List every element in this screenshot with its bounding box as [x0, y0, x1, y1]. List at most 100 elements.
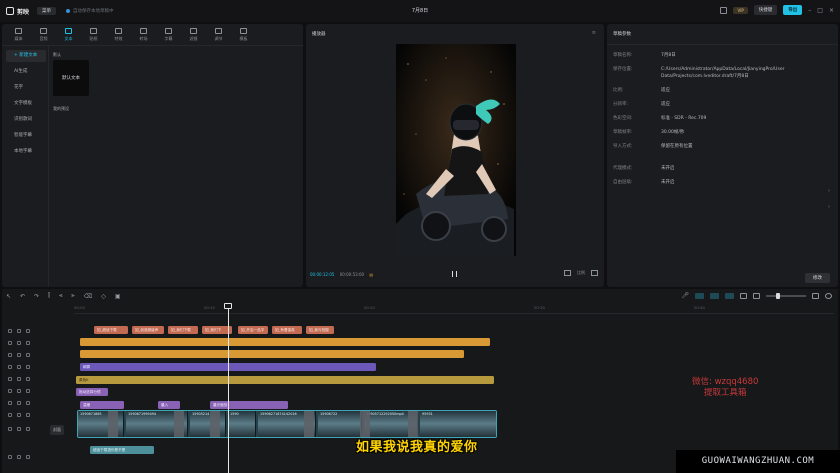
visibility-icon[interactable] — [17, 353, 21, 357]
sidebar-item-5[interactable]: 智能字幕 — [6, 130, 46, 142]
delete-icon[interactable]: ⌫ — [84, 293, 92, 300]
layer-chevron-icon[interactable]: › — [828, 204, 830, 210]
select-tool-icon[interactable]: ↖ — [6, 293, 11, 300]
transition-marker[interactable] — [210, 411, 220, 437]
zoom-out-icon[interactable] — [753, 292, 760, 299]
tab-tool-6[interactable]: 字幕 — [156, 24, 181, 46]
audio-clip[interactable]: 超适下载语你是不是 — [90, 446, 154, 454]
snap-icon[interactable] — [725, 292, 734, 299]
audio-icon[interactable] — [26, 377, 30, 381]
minimize-icon[interactable]: – — [808, 7, 811, 14]
audio-icon[interactable] — [26, 427, 30, 431]
link-audio-icon[interactable] — [710, 292, 719, 299]
zoom-in-icon[interactable] — [812, 292, 819, 299]
visibility-icon[interactable] — [17, 377, 21, 381]
export-button[interactable]: 导出 — [783, 5, 803, 15]
sidebar-item-1[interactable]: AI生成 — [6, 66, 46, 78]
video-clip[interactable]: 15905214 — [190, 411, 226, 437]
lock-icon[interactable] — [8, 377, 12, 381]
modify-button[interactable]: 修改 — [805, 273, 830, 283]
video-clip[interactable]: 15906722 — [318, 411, 362, 437]
visibility-icon[interactable] — [17, 329, 21, 333]
split-icon[interactable]: ⫿ — [48, 292, 50, 300]
maximize-icon[interactable]: □ — [817, 7, 823, 14]
visibility-icon[interactable] — [17, 455, 21, 459]
mic-icon[interactable]: 🎤︎ — [681, 292, 689, 299]
text-clip[interactable]: 如_我们下载 — [168, 326, 198, 334]
visibility-icon[interactable] — [17, 365, 21, 369]
preview-axis-icon[interactable] — [740, 292, 747, 299]
video-clip[interactable]: 1590 — [228, 411, 256, 437]
sidebar-item-0[interactable]: + 新建文本 — [6, 50, 46, 62]
close-icon[interactable]: × — [829, 7, 834, 14]
visibility-icon[interactable] — [17, 341, 21, 345]
audio-icon[interactable] — [26, 353, 30, 357]
menu-button[interactable]: 菜单 — [37, 7, 57, 15]
lock-icon[interactable] — [8, 427, 12, 431]
lock-icon[interactable] — [8, 353, 12, 357]
zoom-slider-knob[interactable] — [776, 292, 780, 299]
image-icon[interactable]: ▣ — [115, 293, 121, 300]
sticker-clip[interactable] — [80, 350, 464, 358]
tab-tool-0[interactable]: 媒体 — [6, 24, 31, 46]
time-ruler[interactable]: 00:00 00:10 00:20 00:30 00:40 — [74, 304, 834, 314]
undo-icon[interactable]: ↶ — [20, 293, 25, 300]
sticker-clip[interactable] — [80, 338, 490, 346]
audio-icon[interactable] — [26, 401, 30, 405]
lock-icon[interactable] — [8, 329, 12, 333]
audio-icon[interactable] — [26, 389, 30, 393]
player-menu-icon[interactable]: ≡ — [592, 30, 596, 36]
layout-icon[interactable] — [720, 6, 728, 14]
pause-button[interactable] — [452, 271, 457, 277]
tab-tool-7[interactable]: 滤镜 — [181, 24, 206, 46]
effect-clip[interactable]: 温暖 — [80, 401, 124, 409]
sidebar-item-4[interactable]: 识别歌词 — [6, 114, 46, 126]
text-clip[interactable]: 如_我与拍摄 — [306, 326, 334, 334]
visibility-icon[interactable] — [17, 389, 21, 393]
visibility-icon[interactable] — [17, 413, 21, 417]
text-clip[interactable]: 如_超适下载 — [94, 326, 128, 334]
audio-icon[interactable] — [26, 413, 30, 417]
main-video-track[interactable]: 1590671865 1590671999494 15905214 1590 15906… — [77, 410, 497, 438]
playhead[interactable] — [228, 303, 229, 473]
tab-tool-8[interactable]: 调节 — [206, 24, 231, 46]
shortcut-button[interactable]: 快捷键 — [753, 5, 778, 15]
lock-icon[interactable] — [8, 389, 12, 393]
visibility-icon[interactable] — [17, 427, 21, 431]
transition-marker[interactable] — [174, 411, 184, 437]
playhead-handle[interactable] — [224, 303, 232, 309]
video-preview[interactable] — [396, 44, 516, 256]
transition-marker[interactable] — [304, 411, 314, 437]
fullscreen-fit-icon[interactable] — [564, 270, 571, 276]
link-main-icon[interactable] — [695, 292, 704, 299]
tab-tool-3[interactable]: 贴纸 — [81, 24, 106, 46]
sidebar-item-2[interactable]: 花字 — [6, 82, 46, 94]
tab-tool-5[interactable]: 转场 — [131, 24, 156, 46]
visibility-icon[interactable] — [17, 401, 21, 405]
sidebar-item-6[interactable]: 本地字幕 — [6, 146, 46, 158]
split-right-icon[interactable]: ⫸ — [71, 292, 74, 300]
lock-icon[interactable] — [8, 341, 12, 345]
transition-marker[interactable] — [360, 411, 370, 437]
tab-tool-4[interactable]: 特效 — [106, 24, 131, 46]
text-clip[interactable]: 如_有着保真 — [272, 326, 302, 334]
fullscreen-icon[interactable] — [591, 270, 598, 276]
sidebar-item-3[interactable]: 文字模板 — [6, 98, 46, 110]
proxy-chevron-icon[interactable]: › — [828, 188, 830, 194]
audio-icon[interactable] — [26, 455, 30, 459]
tab-tool-9[interactable]: 模板 — [231, 24, 256, 46]
audio-icon[interactable] — [26, 365, 30, 369]
fit-icon[interactable] — [825, 292, 832, 299]
text-clip[interactable]: 如_开启一品字 — [238, 326, 268, 334]
audio-icon[interactable] — [26, 329, 30, 333]
ratio-button[interactable]: 比例 — [577, 270, 585, 276]
marker-icon[interactable]: ▤ — [369, 272, 373, 277]
redo-icon[interactable]: ↷ — [34, 293, 39, 300]
video-clip[interactable]: 95931 — [420, 411, 496, 437]
transition-marker[interactable] — [408, 411, 418, 437]
shield-icon[interactable]: ◇ — [101, 293, 106, 300]
cover-button[interactable]: 封面 — [50, 425, 64, 435]
transition-marker[interactable] — [108, 411, 118, 437]
audio-icon[interactable] — [26, 341, 30, 345]
default-text-tile[interactable]: 默认文本 — [53, 60, 89, 96]
